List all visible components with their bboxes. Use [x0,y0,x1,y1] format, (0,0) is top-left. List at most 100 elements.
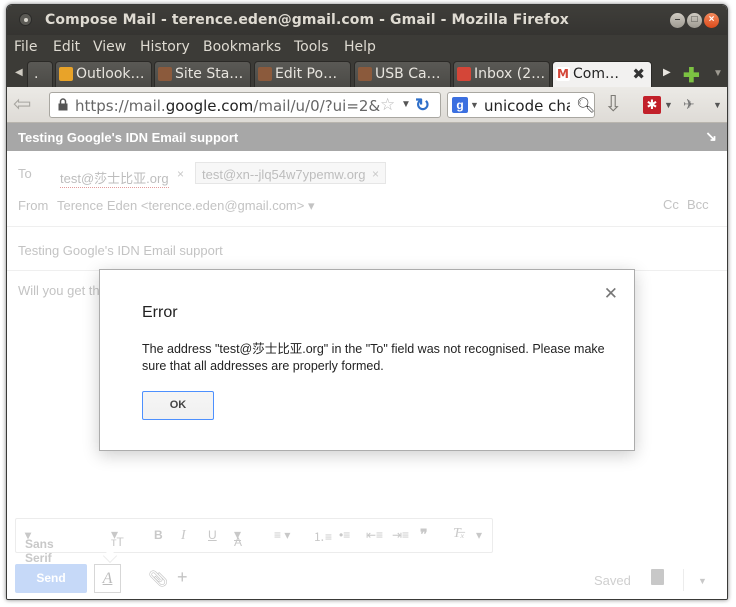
font-size-select[interactable]: тT ▾ [111,526,124,549]
url-history-dropdown-icon[interactable]: ▼ [401,99,411,110]
menu-tools[interactable]: Tools [294,39,329,55]
extension-icon[interactable]: ✈ [683,96,695,113]
to-row: To test@莎士比亚.org × test@xn--jlq54w7ypemw… [7,151,727,188]
wordpress-icon [258,67,272,81]
reload-icon[interactable]: ↻ [415,95,435,115]
search-engine-dropdown-icon[interactable]: ▼ [470,100,479,110]
message-body[interactable]: Will you get th [18,283,100,298]
url-text[interactable]: https://mail.google.com/mail/u/0/?ui=2&v… [75,97,380,115]
maximize-icon[interactable]: □ [687,13,702,28]
addon-icon[interactable]: ✱ [643,96,661,114]
addon-dropdown-icon[interactable]: ▼ [664,100,673,110]
scroll-tabs-right-icon[interactable]: ▶ [663,67,671,78]
subject-field[interactable]: Testing Google's IDN Email support [18,243,223,258]
close-dialog-icon[interactable]: ✕ [604,284,618,304]
menu-bar: File Edit View History Bookmarks Tools H… [7,35,727,59]
remove-recipient-icon[interactable]: × [177,167,184,181]
from-select[interactable]: Terence Eden <terence.eden@gmail.com> ▾ [57,198,314,214]
gmail-compose-page: Testing Google's IDN Email support ↘ To … [7,123,727,599]
popout-icon[interactable]: ↘ [705,128,717,145]
remove-formatting-icon[interactable]: T̶ₓ [453,526,465,542]
gmail-icon: M [556,67,570,81]
tab-edit-post[interactable]: Edit Po… [254,61,351,87]
compose-title: Testing Google's IDN Email support [18,130,239,145]
menu-view[interactable]: View [93,39,126,55]
lock-icon [58,98,68,111]
app-menu-icon[interactable] [19,13,32,26]
send-button[interactable]: Send [15,564,87,593]
tab-site-stats[interactable]: Site Sta… [154,61,251,87]
google-icon[interactable]: g [452,97,468,113]
firefox-window: Compose Mail - terence.eden@gmail.com - … [6,4,728,600]
tab-label: Inbox (2… [474,66,546,82]
align-icon[interactable]: ≡ ▾ [274,528,290,542]
close-tab-icon[interactable]: ✖ [632,65,645,83]
tab-label: Site Sta… [175,66,244,82]
tab-outlook[interactable]: Outlook… [55,61,152,87]
from-label: From [18,198,49,213]
dialog-message: The address "test@莎士比亚.org" in the "To" … [142,342,605,373]
tab-compose[interactable]: M Com… ✖ [552,61,652,87]
menu-edit[interactable]: Edit [53,39,80,55]
back-arrow-icon[interactable]: ⇦ [13,93,41,117]
attach-icon[interactable]: 📎︎ [148,569,168,589]
to-label: To [18,166,32,181]
toolbar-dropdown-icon[interactable]: ▼ [713,100,722,110]
list-all-tabs-icon[interactable]: ▼ [713,68,723,79]
new-tab-icon[interactable]: ✚ [683,63,700,88]
indent-less-icon[interactable]: ⇤≡ [366,528,383,542]
close-window-icon[interactable]: × [704,13,719,28]
dialog-title: Error [142,304,178,321]
bulleted-list-icon[interactable]: •≡ [339,528,350,542]
more-options-icon[interactable]: ▼ [698,576,707,586]
numbered-list-icon[interactable]: ⒈≡ [313,528,332,545]
insert-icon[interactable]: + [177,567,188,588]
gmail-icon [457,67,471,81]
remove-recipient-icon[interactable]: × [372,167,379,181]
menu-help[interactable]: Help [344,39,376,55]
scroll-tabs-left-icon[interactable]: ◀ [15,67,23,78]
menu-bookmarks[interactable]: Bookmarks [203,39,281,55]
font-family-select[interactable]: Sans Serif ▾ [25,528,54,565]
menu-history[interactable]: History [140,39,190,55]
url-bar[interactable]: https://mail.google.com/mail/u/0/?ui=2&v… [49,92,441,118]
tab-label: Outlook… [76,66,145,82]
tab-label: Com… [573,66,619,82]
ok-button[interactable]: OK [142,391,214,420]
tab-label: USB Ca… [375,66,441,82]
underline-button[interactable]: U [208,528,217,542]
bookmark-star-icon[interactable]: ☆ [380,95,395,115]
download-icon[interactable]: ⇩ [604,93,622,115]
formatting-toggle-button[interactable]: A [94,564,121,593]
title-bar: Compose Mail - terence.eden@gmail.com - … [7,5,727,35]
tab-usb[interactable]: USB Ca… [354,61,451,87]
recipient-chip[interactable]: test@莎士比亚.org [60,168,169,188]
divider [7,226,727,227]
search-input[interactable]: unicode chara [484,97,570,115]
minimize-icon[interactable]: – [670,13,685,28]
quote-icon[interactable]: ❞ [420,526,428,543]
saved-status: Saved [594,573,631,588]
tab-label: . [34,66,39,82]
trash-icon[interactable] [651,569,664,585]
tab-label: Edit Po… [275,66,338,82]
more-formatting-icon[interactable]: ▾ [476,528,482,542]
window-title: Compose Mail - terence.eden@gmail.com - … [45,12,569,28]
divider [683,569,684,591]
compose-header: Testing Google's IDN Email support ↘ [7,123,727,151]
cc-link[interactable]: Cc [663,197,679,212]
search-icon[interactable]: 🔍︎ [576,96,594,114]
bcc-link[interactable]: Bcc [687,197,709,212]
indent-more-icon[interactable]: ⇥≡ [392,528,409,542]
menu-file[interactable]: File [14,39,37,55]
bold-button[interactable]: B [154,528,163,542]
italic-button[interactable]: I [181,528,186,544]
outlook-icon [59,67,73,81]
text-color-button[interactable]: A ▾ [234,526,242,549]
tab-blank[interactable]: . [27,61,53,87]
tab-inbox[interactable]: Inbox (2… [453,61,550,87]
search-bar[interactable]: g ▼ unicode chara 🔍︎ [447,92,595,118]
error-dialog: ✕ Error The address "test@莎士比亚.org" in t… [99,269,635,451]
recipient-chip[interactable]: test@xn--jlq54w7ypemw.org [195,162,387,184]
wordpress-icon [158,67,172,81]
